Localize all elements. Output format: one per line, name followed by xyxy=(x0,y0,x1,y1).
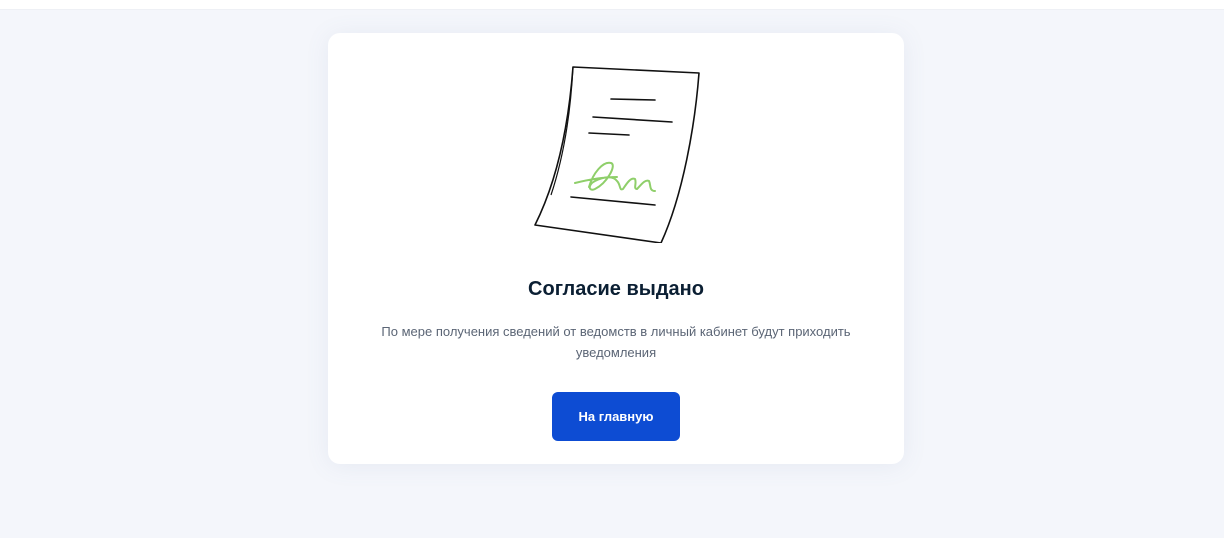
go-home-button[interactable]: На главную xyxy=(552,392,680,441)
signed-document-icon xyxy=(534,66,700,243)
description-text: По мере получения сведений от ведомств в… xyxy=(381,324,851,360)
page-title: Согласие выдано xyxy=(528,278,704,300)
result-card: Согласие выдано По мере получения сведен… xyxy=(328,33,904,464)
